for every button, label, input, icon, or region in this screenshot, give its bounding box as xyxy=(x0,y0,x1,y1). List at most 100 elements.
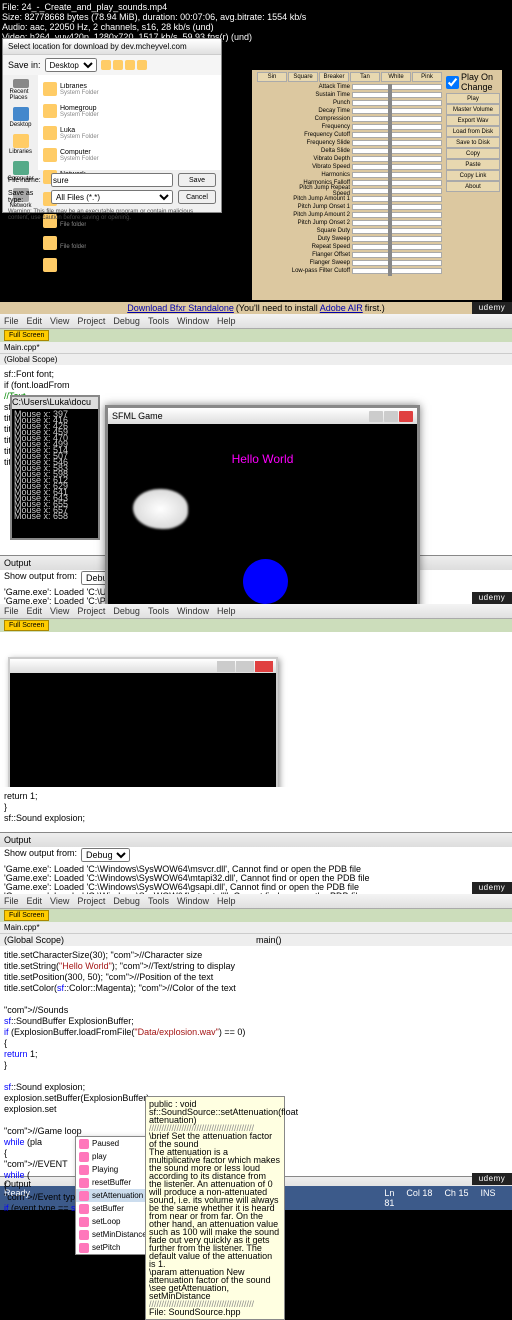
menu-help[interactable]: Help xyxy=(217,896,236,906)
copy-link-button[interactable]: Copy Link xyxy=(446,170,500,181)
param-slider[interactable] xyxy=(352,140,442,146)
save-button[interactable]: Save xyxy=(178,173,216,187)
param-slider[interactable] xyxy=(352,124,442,130)
param-slider[interactable] xyxy=(352,100,442,106)
maximize-icon[interactable] xyxy=(236,661,254,672)
menu-project[interactable]: Project xyxy=(77,896,105,906)
file-item[interactable]: LukaSystem Folder xyxy=(43,124,128,142)
param-slider[interactable] xyxy=(352,116,442,122)
menu-tools[interactable]: Tools xyxy=(148,316,169,326)
load-from-disk-button[interactable]: Load from Disk xyxy=(446,126,500,137)
param-slider[interactable] xyxy=(352,260,442,266)
export-wav-button[interactable]: Export Wav xyxy=(446,115,500,126)
scope-dropdown[interactable]: (Global Scope) xyxy=(4,935,256,945)
new-folder-icon[interactable] xyxy=(125,60,135,70)
scope-dropdown[interactable]: (Global Scope) xyxy=(0,354,512,365)
param-slider[interactable] xyxy=(352,188,442,194)
wave-tan-button[interactable]: Tan xyxy=(350,72,380,82)
param-slider[interactable] xyxy=(352,220,442,226)
fullscreen-button[interactable]: Full Screen xyxy=(4,620,49,631)
wave-sin-button[interactable]: Sin xyxy=(257,72,287,82)
param-slider[interactable] xyxy=(352,148,442,154)
menu-debug[interactable]: Debug xyxy=(113,606,140,616)
param-slider[interactable] xyxy=(352,180,442,186)
menu-view[interactable]: View xyxy=(50,316,69,326)
sfml-titlebar[interactable]: SFML Game xyxy=(108,408,417,424)
menu-file[interactable]: File xyxy=(4,316,19,326)
param-slider[interactable] xyxy=(352,156,442,162)
fullscreen-button[interactable]: Full Screen xyxy=(4,910,49,921)
wave-breaker-button[interactable]: Breaker xyxy=(319,72,349,82)
param-slider[interactable] xyxy=(352,84,442,90)
menu-file[interactable]: File xyxy=(4,896,19,906)
save-to-disk-button[interactable]: Save to Disk xyxy=(446,137,500,148)
wave-square-button[interactable]: Square xyxy=(288,72,318,82)
file-item[interactable]: LibrariesSystem Folder xyxy=(43,80,128,98)
menu-view[interactable]: View xyxy=(50,606,69,616)
about-button[interactable]: About xyxy=(446,181,500,192)
param-slider[interactable] xyxy=(352,172,442,178)
wave-white-button[interactable]: White xyxy=(381,72,411,82)
file-item[interactable]: ComputerSystem Folder xyxy=(43,146,128,164)
menu-tools[interactable]: Tools xyxy=(148,896,169,906)
save-in-select[interactable]: Desktop xyxy=(45,58,97,72)
cancel-button[interactable]: Cancel xyxy=(178,190,216,204)
menu-tools[interactable]: Tools xyxy=(148,606,169,616)
param-slider[interactable] xyxy=(352,108,442,114)
minimize-icon[interactable] xyxy=(217,661,235,672)
param-slider[interactable] xyxy=(352,228,442,234)
menu-edit[interactable]: Edit xyxy=(27,316,43,326)
menu-file[interactable]: File xyxy=(4,606,19,616)
output-tab[interactable]: Output xyxy=(4,835,31,845)
file-item[interactable]: HomegroupSystem Folder xyxy=(43,102,128,120)
close-icon[interactable] xyxy=(399,411,413,422)
scope-dropdown[interactable]: main() xyxy=(256,935,508,945)
editor-tab[interactable]: Main.cpp* xyxy=(0,922,512,934)
code-editor[interactable]: sf::Font font; if (font.loadFrom //Text … xyxy=(0,365,512,555)
filename-input[interactable] xyxy=(51,173,173,187)
bfxr-download-link[interactable]: Download Bfxr Standalone (You'll need to… xyxy=(0,302,512,314)
minimize-icon[interactable] xyxy=(369,411,383,422)
nav-up-icon[interactable] xyxy=(113,60,123,70)
menu-edit[interactable]: Edit xyxy=(27,606,43,616)
maximize-icon[interactable] xyxy=(384,411,398,422)
view-icon[interactable] xyxy=(137,60,147,70)
param-slider[interactable] xyxy=(352,212,442,218)
menu-project[interactable]: Project xyxy=(77,316,105,326)
menu-edit[interactable]: Edit xyxy=(27,896,43,906)
file-item[interactable]: ZoomItFile folder xyxy=(43,234,128,252)
master-volume-button[interactable]: Master Volume xyxy=(446,104,500,115)
param-slider[interactable] xyxy=(352,204,442,210)
param-slider[interactable] xyxy=(352,164,442,170)
close-icon[interactable] xyxy=(255,661,273,672)
file-item[interactable]: Microsoft Visual C++ 2010 Express xyxy=(43,256,128,274)
menu-window[interactable]: Window xyxy=(177,896,209,906)
output-tab[interactable]: Output xyxy=(4,558,31,568)
sidebar-desktop[interactable]: Desktop xyxy=(10,107,32,128)
param-slider[interactable] xyxy=(352,132,442,138)
menu-project[interactable]: Project xyxy=(77,606,105,616)
param-slider[interactable] xyxy=(352,252,442,258)
menu-window[interactable]: Window xyxy=(177,606,209,616)
sidebar-recent-places[interactable]: Recent Places xyxy=(10,79,32,101)
menu-window[interactable]: Window xyxy=(177,316,209,326)
menu-help[interactable]: Help xyxy=(217,316,236,326)
code-editor[interactable]: return 1; } sf::Sound explosion; xyxy=(0,787,512,832)
param-slider[interactable] xyxy=(352,196,442,202)
menu-debug[interactable]: Debug xyxy=(113,896,140,906)
paste-button[interactable]: Paste xyxy=(446,159,500,170)
wave-pink-button[interactable]: Pink xyxy=(412,72,442,82)
param-slider[interactable] xyxy=(352,244,442,250)
menu-view[interactable]: View xyxy=(50,896,69,906)
param-slider[interactable] xyxy=(352,268,442,274)
param-slider[interactable] xyxy=(352,92,442,98)
console-titlebar[interactable]: C:\Users\Luka\docu xyxy=(12,397,98,409)
fullscreen-button[interactable]: Full Screen xyxy=(4,330,49,341)
play-on-change-checkbox[interactable]: Play On Change xyxy=(446,72,500,92)
param-slider[interactable] xyxy=(352,236,442,242)
menu-help[interactable]: Help xyxy=(217,606,236,616)
play-button[interactable]: Play xyxy=(446,93,500,104)
menu-debug[interactable]: Debug xyxy=(113,316,140,326)
nav-back-icon[interactable] xyxy=(101,60,111,70)
code-editor[interactable]: title.setCharacterSize(30); "com">//Char… xyxy=(0,946,512,1176)
